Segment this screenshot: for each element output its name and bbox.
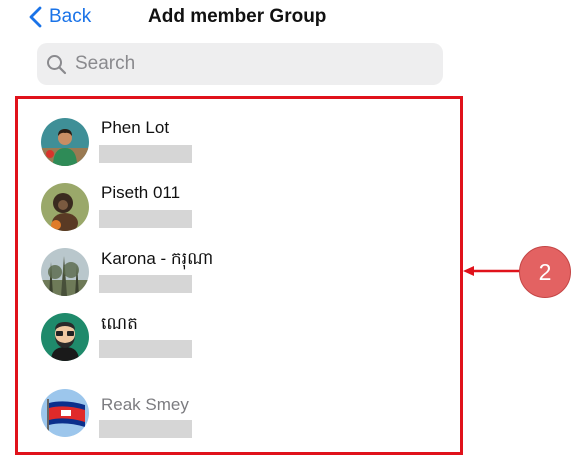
search-icon xyxy=(47,54,67,74)
back-label: Back xyxy=(49,6,92,27)
member-name: Karona - ករុណា xyxy=(101,249,214,268)
avatar-monkey-icon xyxy=(41,183,89,231)
search-bar[interactable] xyxy=(37,43,443,85)
avatar-person-icon xyxy=(41,118,89,166)
member-item-piseth-011[interactable]: Piseth 011 xyxy=(18,164,460,231)
chevron-left-icon xyxy=(29,6,42,28)
member-name: ណេត xyxy=(101,314,138,333)
member-subtitle-placeholder xyxy=(99,340,192,358)
navigation-bar: Back Add member Group xyxy=(0,0,577,36)
member-list: Phen Lot Piseth 011 Karona - ករុណា ណេត R… xyxy=(15,96,463,455)
member-subtitle-placeholder xyxy=(99,145,192,163)
avatar-cambodia-flag-icon xyxy=(41,389,89,437)
member-item-reak-smey[interactable]: Reak Smey xyxy=(18,369,460,438)
annotation-number: 2 xyxy=(538,258,552,285)
member-item-karona[interactable]: Karona - ករុណា xyxy=(18,229,460,296)
annotation-arrow xyxy=(463,266,521,276)
page-title: Add member Group xyxy=(148,6,327,27)
back-button[interactable]: Back xyxy=(27,5,91,29)
avatar-bearded-man-icon xyxy=(41,313,89,361)
member-subtitle-placeholder xyxy=(99,420,192,438)
member-item-phen-lot[interactable]: Phen Lot xyxy=(18,99,460,166)
member-name: Reak Smey xyxy=(101,395,189,414)
avatar-forest-icon xyxy=(41,248,89,296)
member-item-net[interactable]: ណេត xyxy=(18,294,460,361)
member-subtitle-placeholder xyxy=(99,275,192,293)
member-name: Piseth 011 xyxy=(101,183,181,202)
search-input[interactable] xyxy=(73,52,417,76)
member-subtitle-placeholder xyxy=(99,210,192,228)
member-name: Phen Lot xyxy=(101,118,170,137)
annotation-badge: 2 xyxy=(519,246,571,298)
